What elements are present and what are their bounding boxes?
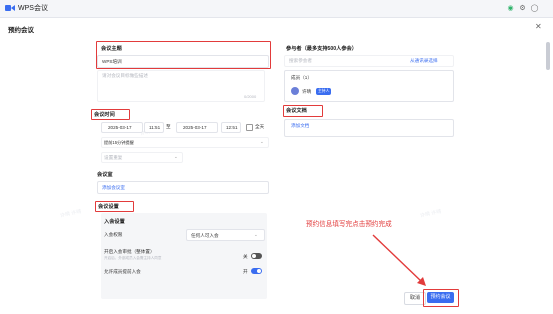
join-permission-select[interactable]: 任何人可入会 ⌄ <box>186 229 265 241</box>
end-date-value: 2025-03-17 <box>183 125 207 130</box>
start-date-picker[interactable]: 2025-03-17 <box>101 122 143 133</box>
join-permission-value: 任何人可入会 <box>191 233 219 238</box>
docs-panel: 添加文档 <box>284 119 454 137</box>
start-date-value: 2025-03-17 <box>108 125 132 130</box>
add-room-link[interactable]: 添加会议室 <box>102 185 125 191</box>
docs-label: 会议文档 <box>286 108 307 114</box>
members-panel: 成员（1） 许晴 主持人 <box>284 70 454 102</box>
description-placeholder: 请对会议目标做些描述 <box>102 73 148 78</box>
add-room-input[interactable]: 添加会议室 <box>97 181 269 194</box>
chevron-down-icon: ⌄ <box>174 154 178 159</box>
user-icon[interactable]: ◯ <box>530 4 539 13</box>
early-join-state: 开 <box>243 269 248 274</box>
chevron-down-icon: ⌄ <box>254 232 258 237</box>
members-count: 成员（1） <box>291 75 312 80</box>
settings-icon[interactable]: ⚙ <box>518 4 527 13</box>
network-icon[interactable]: ◉ <box>506 4 515 13</box>
annotation-text: 预约信息填写完点击预约完成 <box>306 221 392 228</box>
start-time-picker[interactable]: 11:51 <box>144 122 164 133</box>
all-day-checkbox[interactable] <box>246 124 253 131</box>
participant-search-placeholder: 搜索参会者 <box>289 58 312 63</box>
end-time-value: 12:51 <box>226 125 238 130</box>
description-count: 0/2000 <box>244 94 257 99</box>
member-name: 许晴 <box>302 89 312 94</box>
room-label: 会议室 <box>97 172 113 178</box>
host-badge: 主持人 <box>316 88 332 95</box>
settings-label: 会议设置 <box>98 204 119 210</box>
add-doc-link[interactable]: 添加文档 <box>291 123 309 129</box>
end-date-picker[interactable]: 2025-03-17 <box>176 122 218 133</box>
reminder-value: 提前15分钟提醒 <box>104 140 134 145</box>
description-textarea[interactable]: 请对会议目标做些描述 0/2000 <box>97 70 265 102</box>
approval-sub: 开启后，外部成员入会需主持人同意 <box>104 256 162 260</box>
schedule-meeting-dialog: 预约会议 ✕ <box>0 18 553 314</box>
schedule-button-highlight <box>423 289 459 307</box>
early-join-label: 允许成员提前入会 <box>104 269 141 274</box>
approval-toggle[interactable] <box>251 253 262 259</box>
window-titlebar: WPS会议 ◉ ⚙ ◯ <box>0 0 553 18</box>
start-time-value: 11:51 <box>149 125 161 130</box>
chevron-down-icon: ⌄ <box>260 139 264 144</box>
approval-label: 开启入会审批（整体置） <box>104 249 155 254</box>
avatar <box>291 87 299 95</box>
join-permission-label: 入会权限 <box>104 232 123 237</box>
repeat-select[interactable]: 设置重复 ⌄ <box>101 152 183 163</box>
dialog-title: 预约会议 <box>8 27 34 34</box>
reminder-select[interactable]: 提前15分钟提醒 ⌄ <box>101 137 269 148</box>
annotation-arrow-icon <box>372 234 426 286</box>
to-label: 至 <box>166 124 171 129</box>
participants-label: 参与者（最多支持500人参会） <box>286 46 357 52</box>
select-from-contacts-link[interactable]: 从通讯录选择 <box>410 58 438 64</box>
approval-state: 关 <box>243 254 248 259</box>
repeat-value: 设置重复 <box>104 155 123 160</box>
all-day-label: 全天 <box>255 124 265 129</box>
scrollbar-thumb[interactable] <box>546 42 550 70</box>
close-icon[interactable]: ✕ <box>535 22 542 31</box>
early-join-toggle[interactable] <box>251 268 262 274</box>
topic-highlight-frame <box>96 41 271 69</box>
app-title: WPS会议 <box>18 5 48 12</box>
time-label: 会议时间 <box>94 112 115 118</box>
wps-meeting-logo-icon <box>5 5 15 11</box>
participant-search-input[interactable]: 搜索参会者 从通讯录选择 <box>284 55 454 67</box>
end-time-picker[interactable]: 12:51 <box>221 122 241 133</box>
join-settings-title: 入会设置 <box>104 219 125 225</box>
